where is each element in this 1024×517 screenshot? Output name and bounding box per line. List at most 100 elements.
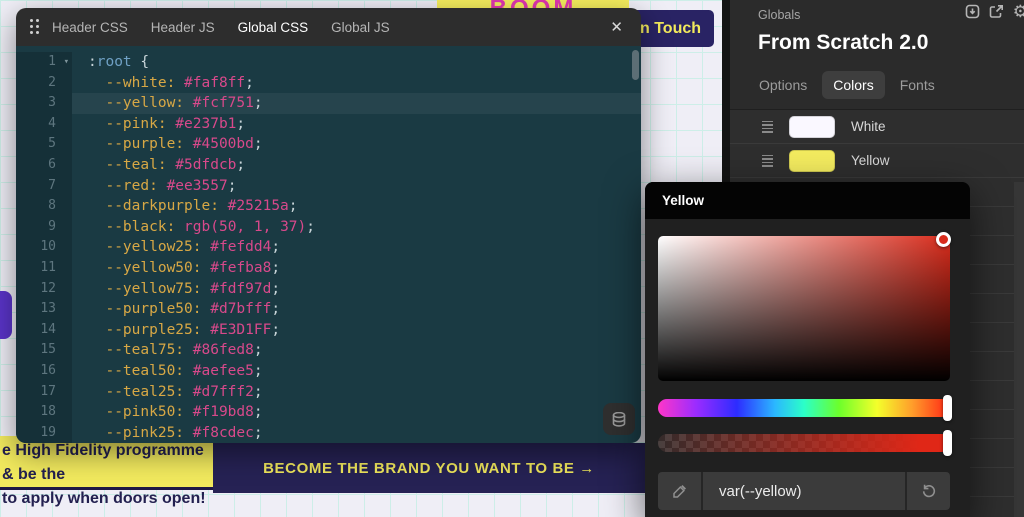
editor-tab-global-css[interactable]: Global CSS	[238, 20, 309, 35]
purple-shape-fragment	[0, 291, 12, 339]
code-editor-header: Header CSS Header JS Global CSS Global JS ✕	[16, 8, 641, 46]
code-line-18[interactable]: 18 --pink50: #f19bd8;	[16, 402, 641, 423]
code-text: --white: #faf8ff;	[88, 74, 254, 91]
line-number: 4	[16, 113, 72, 135]
line-number: 18	[16, 402, 72, 423]
saturation-handle[interactable]	[936, 232, 951, 247]
color-name: Yellow	[851, 153, 890, 168]
editor-scrollbar[interactable]	[632, 50, 639, 80]
panel-tabs: Options Colors Fonts	[748, 71, 1024, 99]
code-text: --red: #ee3557;	[88, 177, 237, 194]
code-text: --yellow: #fcf751;	[72, 93, 641, 114]
line-number: 16	[16, 360, 72, 382]
color-row-yellow[interactable]: Yellow	[730, 144, 1024, 178]
editor-tab-header-css[interactable]: Header CSS	[52, 20, 128, 35]
eyedropper-icon	[672, 485, 686, 498]
code-line-1[interactable]: 1 ▾:root {	[16, 52, 641, 73]
code-text: --darkpurple: #25215a;	[88, 198, 298, 215]
line-number: 7	[16, 175, 72, 197]
page-title: From Scratch 2.0	[758, 31, 929, 54]
line-number: 6	[16, 154, 72, 176]
code-text: --teal: #5dfdcb;	[88, 156, 246, 173]
tab-colors[interactable]: Colors	[822, 71, 885, 99]
code-text: --black: rgb(50, 1, 37);	[88, 218, 315, 235]
yellow-card-line-1: e High Fidelity programme & be the	[2, 442, 204, 483]
tab-options[interactable]: Options	[748, 71, 818, 99]
editor-tabs: Header CSS Header JS Global CSS Global JS	[52, 20, 390, 35]
row-drag-handle-icon[interactable]	[762, 120, 773, 133]
code-text: --pink50: #f19bd8;	[88, 404, 263, 421]
code-line-7[interactable]: 7 --red: #ee3557;	[16, 175, 641, 197]
code-text: --teal75: #86fed8;	[88, 342, 263, 359]
alpha-handle[interactable]	[943, 430, 952, 456]
panel-scrollbar[interactable]	[1014, 182, 1024, 517]
close-icon[interactable]: ✕	[606, 16, 627, 39]
color-row-white[interactable]: White	[730, 110, 1024, 144]
code-line-19[interactable]: 19 --pink25: #f8cdec;	[16, 422, 641, 443]
code-line-12[interactable]: 12 --yellow75: #fdf97d;	[16, 278, 641, 300]
code-text: --purple: #4500bd;	[88, 136, 263, 153]
color-input-row	[658, 472, 950, 510]
code-text: --yellow75: #fdf97d;	[88, 280, 281, 297]
line-number: 11	[16, 257, 72, 279]
code-text: --purple50: #d7bfff;	[88, 301, 281, 318]
alpha-slider[interactable]	[658, 430, 952, 456]
fold-caret-icon[interactable]: ▾	[64, 52, 69, 73]
external-link-icon[interactable]	[989, 4, 1004, 19]
code-line-3[interactable]: 3 --yellow: #fcf751;	[16, 93, 641, 114]
code-text: --yellow50: #fefba8;	[88, 259, 281, 276]
line-number: 10	[16, 237, 72, 258]
line-number: 19	[16, 422, 72, 443]
code-line-8[interactable]: 8 --darkpurple: #25215a;	[16, 196, 641, 217]
color-swatch[interactable]	[789, 115, 835, 138]
eyedropper-button[interactable]	[658, 472, 703, 510]
code-line-4[interactable]: 4 --pink: #e237b1;	[16, 113, 641, 135]
save-icon[interactable]	[965, 4, 980, 19]
line-number: 9	[16, 216, 72, 238]
reset-icon	[922, 484, 935, 498]
code-text: --teal50: #aefee5;	[88, 362, 263, 379]
saturation-area[interactable]	[658, 232, 951, 381]
reset-button[interactable]	[907, 472, 950, 510]
code-editor-panel: Header CSS Header JS Global CSS Global JS ✕…	[16, 8, 641, 443]
code-text: :root {	[88, 54, 150, 70]
editor-tab-header-js[interactable]: Header JS	[151, 20, 215, 35]
code-line-16[interactable]: 16 --teal50: #aefee5;	[16, 360, 641, 382]
code-line-5[interactable]: 5 --purple: #4500bd;	[16, 134, 641, 155]
gear-icon[interactable]: ⚙	[1013, 3, 1024, 20]
code-line-6[interactable]: 6 --teal: #5dfdcb;	[16, 154, 641, 176]
code-line-17[interactable]: 17 --teal25: #d7fff2;	[16, 381, 641, 403]
hue-handle[interactable]	[943, 395, 952, 421]
code-area[interactable]: 1 ▾:root {2 --white: #faf8ff; 3 --yellow: …	[16, 46, 641, 443]
code-line-10[interactable]: 10 --yellow25: #fefdd4;	[16, 237, 641, 258]
picker-title: Yellow	[645, 182, 970, 219]
code-line-2[interactable]: 2 --white: #faf8ff;	[16, 72, 641, 94]
row-drag-handle-icon[interactable]	[762, 154, 773, 167]
color-swatch[interactable]	[789, 149, 835, 172]
line-number: 12	[16, 278, 72, 300]
yellow-card: e High Fidelity programme & be the to ap…	[0, 436, 213, 507]
drag-handle-icon[interactable]	[30, 19, 40, 35]
logo-text: BOOM	[490, 0, 577, 8]
code-line-13[interactable]: 13 --purple50: #d7bfff;	[16, 299, 641, 320]
database-icon	[612, 411, 626, 427]
tab-fonts[interactable]: Fonts	[889, 71, 946, 99]
code-text: --pink25: #f8cdec;	[88, 424, 263, 441]
code-line-11[interactable]: 11 --yellow50: #fefba8;	[16, 257, 641, 279]
yellow-card-line-2: to apply when doors open!	[2, 490, 206, 507]
color-picker-popup: Yellow	[645, 182, 970, 517]
code-text: --yellow25: #fefdd4;	[88, 239, 281, 256]
brand-banner: BECOME THE BRAND YOU WANT TO BE →	[213, 443, 645, 493]
code-line-9[interactable]: 9 --black: rgb(50, 1, 37);	[16, 216, 641, 238]
code-line-14[interactable]: 14 --purple25: #E3D1FF;	[16, 319, 641, 341]
color-name: White	[851, 119, 886, 134]
editor-tab-global-js[interactable]: Global JS	[331, 20, 390, 35]
hue-slider[interactable]	[658, 395, 952, 421]
code-line-15[interactable]: 15 --teal75: #86fed8;	[16, 340, 641, 361]
database-button[interactable]	[603, 403, 635, 435]
app-window: BOOM n Touch e High Fidelity programme &…	[0, 0, 1024, 517]
line-number: 2	[16, 72, 72, 94]
panel-toolbar: ⚙	[965, 3, 1024, 20]
code-text: --teal25: #d7fff2;	[88, 383, 263, 400]
color-value-input[interactable]	[703, 472, 907, 510]
